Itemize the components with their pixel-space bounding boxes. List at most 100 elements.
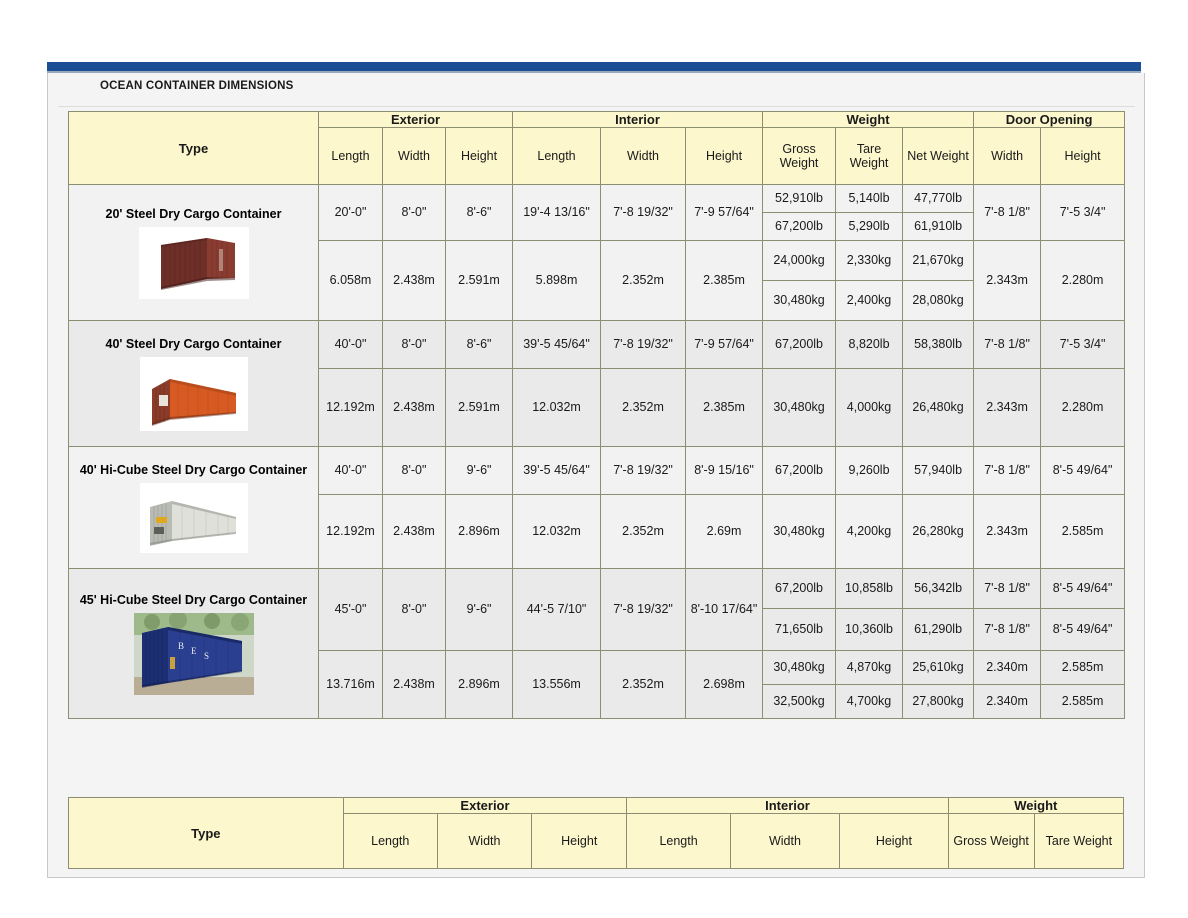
cell-door-width: 7'-8 1/8" bbox=[973, 184, 1042, 241]
row-type-40ft-hicube: 40' Hi-Cube Steel Dry Cargo Container bbox=[68, 446, 319, 569]
cell-gross-weight: 67,200lb bbox=[762, 446, 837, 495]
cell-ext-height: 8'-6" bbox=[444, 184, 514, 241]
cell-int-height-metric: 2.698m bbox=[685, 650, 764, 719]
cell-int-width-metric: 2.352m bbox=[600, 240, 687, 321]
cell-door-height-metric: 2.585m bbox=[1040, 650, 1126, 685]
cell-int-height-metric: 2.69m bbox=[685, 494, 764, 569]
cell-net-weight-metric: 27,800kg bbox=[902, 684, 975, 719]
cell-gross-weight: 71,650lb bbox=[762, 608, 837, 651]
ocean-container-dimensions-table-continued: Type Exterior Interior Weight Length Wid… bbox=[68, 797, 1125, 869]
cell-int-height: 7'-9 57/64" bbox=[685, 320, 764, 369]
col-header-int-length: Length bbox=[626, 813, 731, 869]
cell-ext-length-metric: 13.716m bbox=[318, 650, 383, 719]
col-header-tare-weight: Tare Weight bbox=[835, 127, 904, 185]
cell-tare-weight: 8,820lb bbox=[835, 320, 904, 369]
cell-ext-height-metric: 2.591m bbox=[444, 240, 514, 321]
cell-int-length-metric: 13.556m bbox=[512, 650, 602, 719]
cell-door-width: 7'-8 1/8" bbox=[973, 320, 1042, 369]
cell-int-length: 39'-5 45/64" bbox=[512, 446, 602, 495]
cell-gross-weight-metric: 30,480kg bbox=[762, 494, 837, 569]
cell-net-weight: 58,380lb bbox=[902, 320, 975, 369]
ocean-container-dimensions-table: Type Exterior Interior Weight Door Openi… bbox=[68, 111, 1126, 719]
cell-ext-height-metric: 2.896m bbox=[444, 494, 514, 569]
container-photo-40ft-orange bbox=[139, 356, 248, 431]
cell-net-weight: 47,770lb bbox=[902, 184, 975, 213]
cell-ext-height: 8'-6" bbox=[444, 320, 514, 369]
cell-tare-weight: 5,290lb bbox=[835, 212, 904, 241]
table-row: 40' Steel Dry Cargo Container 40'-0" 8'-… bbox=[68, 320, 1126, 447]
cell-int-length: 19'-4 13/16" bbox=[512, 184, 602, 241]
row-type-40ft: 40' Steel Dry Cargo Container bbox=[68, 320, 319, 447]
cell-door-width-metric: 2.340m bbox=[973, 684, 1042, 719]
col-group-exterior: Exterior bbox=[317, 111, 514, 128]
cell-door-height: 7'-5 3/4" bbox=[1040, 320, 1126, 369]
cell-ext-width-metric: 2.438m bbox=[382, 494, 446, 569]
cell-int-length: 44'-5 7/10" bbox=[512, 568, 602, 651]
col-header-type: Type bbox=[68, 111, 319, 185]
cell-ext-height: 9'-6" bbox=[444, 446, 514, 495]
cell-tare-weight: 10,858lb bbox=[835, 568, 904, 609]
cell-ext-width-metric: 2.438m bbox=[382, 650, 446, 719]
cell-ext-width: 8'-0" bbox=[382, 446, 446, 495]
cell-tare-weight: 10,360lb bbox=[835, 608, 904, 651]
cell-int-length-metric: 12.032m bbox=[512, 494, 602, 569]
container-name: 45' Hi-Cube Steel Dry Cargo Container bbox=[79, 592, 308, 607]
col-header-int-height: Height bbox=[839, 813, 949, 869]
cell-int-width-metric: 2.352m bbox=[600, 494, 687, 569]
cell-gross-weight: 52,910lb bbox=[762, 184, 837, 213]
row-type-45ft-hicube: 45' Hi-Cube Steel Dry Cargo Container B … bbox=[68, 568, 319, 719]
cell-door-height: 8'-5 49/64" bbox=[1040, 446, 1126, 495]
container-name: 20' Steel Dry Cargo Container bbox=[105, 206, 282, 221]
cell-net-weight-metric: 26,280kg bbox=[902, 494, 975, 569]
cell-net-weight: 57,940lb bbox=[902, 446, 975, 495]
cell-ext-length-metric: 12.192m bbox=[318, 494, 383, 569]
cell-ext-height-metric: 2.896m bbox=[444, 650, 514, 719]
cell-ext-width: 8'-0" bbox=[382, 320, 446, 369]
cell-door-height: 8'-5 49/64" bbox=[1040, 608, 1126, 651]
container-name: 40' Hi-Cube Steel Dry Cargo Container bbox=[79, 462, 308, 477]
row-type-20ft: 20' Steel Dry Cargo Container bbox=[68, 184, 319, 321]
container-name: 40' Steel Dry Cargo Container bbox=[105, 336, 282, 351]
cell-door-height-metric: 2.585m bbox=[1040, 684, 1126, 719]
cell-int-width-metric: 2.352m bbox=[600, 368, 687, 447]
col-header-gross-weight: Gross Weight bbox=[947, 813, 1035, 869]
col-header-ext-length: Length bbox=[342, 813, 438, 869]
cell-door-height: 8'-5 49/64" bbox=[1040, 568, 1126, 609]
cell-int-length-metric: 12.032m bbox=[512, 368, 602, 447]
col-header-gross-weight: Gross Weight bbox=[762, 127, 837, 185]
cell-tare-weight-metric: 2,400kg bbox=[835, 280, 904, 321]
col-header-ext-width: Width bbox=[436, 813, 533, 869]
svg-text:B: B bbox=[178, 641, 184, 651]
col-header-door-width: Width bbox=[973, 127, 1042, 185]
cell-tare-weight-metric: 4,200kg bbox=[835, 494, 904, 569]
cell-gross-weight-metric: 24,000kg bbox=[762, 240, 837, 281]
table-row: 40' Hi-Cube Steel Dry Cargo Container 40… bbox=[68, 446, 1126, 569]
cell-ext-height: 9'-6" bbox=[444, 568, 514, 651]
cell-door-width-metric: 2.343m bbox=[973, 494, 1042, 569]
col-group-exterior: Exterior bbox=[342, 797, 628, 814]
col-group-interior: Interior bbox=[626, 797, 949, 814]
col-header-ext-height: Height bbox=[444, 127, 514, 185]
cell-gross-weight-metric: 30,480kg bbox=[762, 650, 837, 685]
cell-door-width: 7'-8 1/8" bbox=[973, 568, 1042, 609]
cell-gross-weight-metric: 32,500kg bbox=[762, 684, 837, 719]
col-header-door-height: Height bbox=[1040, 127, 1126, 185]
col-header-int-width: Width bbox=[729, 813, 841, 869]
table-row: 45' Hi-Cube Steel Dry Cargo Container B … bbox=[68, 568, 1126, 719]
cell-int-width: 7'-8 19/32" bbox=[600, 320, 687, 369]
accent-bar bbox=[47, 62, 1141, 71]
cell-tare-weight-metric: 2,330kg bbox=[835, 240, 904, 281]
container-photo-45ft-hicube-blue: B E S bbox=[133, 612, 254, 695]
cell-int-height: 8'-9 15/16" bbox=[685, 446, 764, 495]
cell-ext-width: 8'-0" bbox=[382, 184, 446, 241]
cell-door-height-metric: 2.280m bbox=[1040, 368, 1126, 447]
col-header-type: Type bbox=[68, 797, 344, 869]
table-group-header-row: Type Exterior Interior Weight Door Openi… bbox=[68, 111, 1126, 185]
cell-tare-weight: 9,260lb bbox=[835, 446, 904, 495]
cell-ext-length: 20'-0" bbox=[318, 184, 383, 241]
cell-gross-weight: 67,200lb bbox=[762, 320, 837, 369]
cell-door-height-metric: 2.585m bbox=[1040, 494, 1126, 569]
page-root: OCEAN CONTAINER DIMENSIONS Type Exterior… bbox=[0, 0, 1188, 918]
cell-net-weight-metric: 25,610kg bbox=[902, 650, 975, 685]
container-photo-20ft-maroon bbox=[138, 226, 249, 299]
